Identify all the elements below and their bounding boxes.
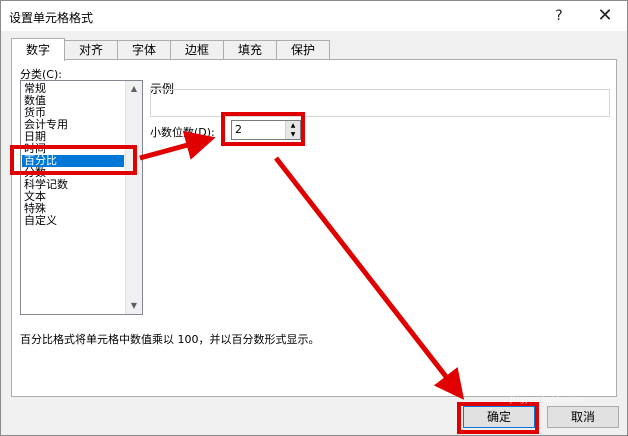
tab-number[interactable]: 数字 xyxy=(11,38,65,61)
tab-font[interactable]: 字体 xyxy=(117,40,171,60)
watermark-url: jingyan.baidu.com xyxy=(510,395,584,404)
highlight-decimal-spinner xyxy=(221,112,305,146)
format-cells-dialog: 设置单元格格式 ? ✕ 数字 对齐 字体 边框 填充 保护 分类(C): 常规 … xyxy=(0,0,628,436)
sample-preview xyxy=(150,89,610,117)
cancel-button[interactable]: 取消 xyxy=(547,406,619,428)
number-tab-panel: 分类(C): 常规 数值 货币 会计专用 日期 时间 百分比 分数 科学记数 文… xyxy=(11,59,617,397)
scroll-up-icon[interactable]: ▲ xyxy=(126,81,142,97)
format-description: 百分比格式将单元格中数值乘以 100，并以百分数形式显示。 xyxy=(20,333,320,346)
highlight-percentage xyxy=(10,145,137,175)
category-item-custom[interactable]: 自定义 xyxy=(24,215,57,227)
help-button[interactable]: ? xyxy=(539,3,579,29)
tab-protection[interactable]: 保护 xyxy=(276,40,330,60)
close-button[interactable]: ✕ xyxy=(585,3,625,29)
tab-border[interactable]: 边框 xyxy=(170,40,224,60)
category-scrollbar[interactable]: ▲ ▼ xyxy=(125,81,142,314)
highlight-ok-button xyxy=(457,402,539,434)
tab-alignment[interactable]: 对齐 xyxy=(64,40,118,60)
dialog-title: 设置单元格格式 xyxy=(9,11,94,25)
title-bar: 设置单元格格式 ? ✕ xyxy=(1,1,627,31)
category-list[interactable]: 常规 数值 货币 会计专用 日期 时间 百分比 分数 科学记数 文本 特殊 自定… xyxy=(20,80,143,315)
scroll-down-icon[interactable]: ▼ xyxy=(126,298,142,314)
decimal-places-label: 小数位数(D): xyxy=(150,126,215,139)
sample-group: 示例 xyxy=(150,80,610,120)
tab-fill[interactable]: 填充 xyxy=(223,40,277,60)
